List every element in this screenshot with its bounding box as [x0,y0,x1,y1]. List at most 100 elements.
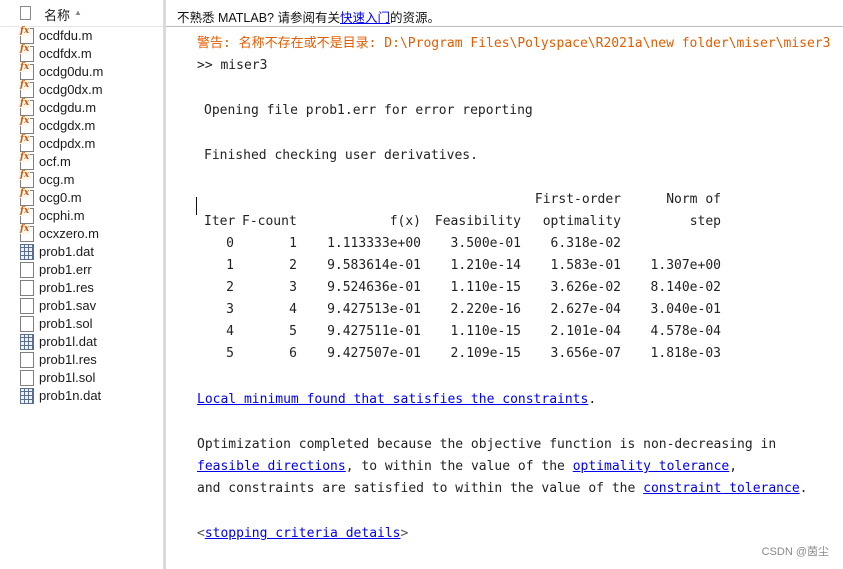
getting-started-link[interactable]: 快速入门 [340,11,390,25]
file-name: prob1n.dat [39,388,102,403]
cell-fx: 9.427513e-01 [327,302,421,317]
file-row[interactable]: ocg.m [0,170,163,189]
cell-feasibility: 1.110e-15 [450,324,521,339]
generic-file-icon [20,370,34,386]
file-list: ocdfdu.m ocdfdx.m ocdg0du.m ocdg0dx.m ocdgdu… [0,26,163,405]
file-row[interactable]: ocdg0du.m [0,62,163,81]
sort-ascending-icon[interactable]: ▲ [74,8,82,17]
file-row[interactable]: ocdfdx.m [0,44,163,63]
info-suffix: 的资源。 [390,11,441,25]
header-optimality: optimality [542,214,621,229]
file-name: ocphi.m [39,208,85,223]
file-name: ocf.m [39,154,71,169]
function-file-icon [19,134,34,152]
cell-fx: 9.427507e-01 [327,346,421,361]
cell-step: 1.818e-03 [650,346,721,361]
file-name: prob1l.dat [39,334,97,349]
cell-fx: 9.427511e-01 [327,324,421,339]
file-name: prob1l.sol [39,370,96,385]
cell-fcount: 3 [289,280,297,295]
cell-optimality: 6.318e-02 [550,236,621,251]
file-name: ocdpdx.m [39,136,96,151]
generic-file-icon [20,352,34,368]
file-row[interactable]: prob1l.dat [0,333,163,351]
file-row[interactable]: prob1l.sol [0,369,163,387]
cell-step: 3.040e-01 [650,302,721,317]
optimality-tolerance-link[interactable]: optimality tolerance [573,459,730,474]
completion-line-3-start: and constraints are satisfied to within … [197,481,644,496]
current-folder-panel: 名称 ▲ ocdfdu.mocdfdx.mocdg0du.mocdg0dx.mo… [0,0,163,569]
file-row[interactable]: ocdgdu.m [0,98,163,117]
completion-line-1: Optimization completed because the objec… [197,437,777,452]
function-file-icon [19,62,34,80]
function-file-icon [19,26,34,44]
file-name: ocdg0dx.m [39,82,103,97]
file-name: ocg.m [39,172,75,187]
file-name: prob1.res [39,280,94,295]
derivative-check-message: Finished checking user derivatives. [204,148,478,163]
file-row[interactable]: prob1.sol [0,315,163,333]
completion-line-2-mid: , to within the value of the [345,459,573,474]
file-row[interactable]: prob1n.dat [0,387,163,405]
file-type-column-icon [20,6,31,20]
file-name: ocxzero.m [39,226,99,241]
cell-feasibility: 2.220e-16 [450,302,521,317]
cell-feasibility: 3.500e-01 [450,236,521,251]
file-row[interactable]: ocdgdx.m [0,116,163,135]
file-row[interactable]: ocg0.m [0,188,163,207]
command-prompt-line: >> miser3 [197,58,268,73]
cell-iter: 4 [226,324,234,339]
file-row[interactable]: ocdg0dx.m [0,80,163,99]
cell-feasibility: 2.109e-15 [450,346,521,361]
cell-feasibility: 1.210e-14 [450,258,521,273]
constraint-tolerance-link[interactable]: constraint tolerance [643,481,800,496]
feasible-directions-link[interactable]: feasible directions [197,459,346,474]
cell-iter: 2 [226,280,234,295]
file-row[interactable]: prob1.sav [0,297,163,315]
file-row[interactable]: ocf.m [0,152,163,171]
cell-iter: 1 [226,258,234,273]
cell-iter: 5 [226,346,234,361]
info-prefix: 不熟悉 MATLAB? 请参阅有关 [177,11,340,25]
function-file-icon [19,116,34,134]
cell-feasibility: 1.110e-15 [450,280,521,295]
file-row[interactable]: ocdpdx.m [0,134,163,153]
generic-file-icon [20,280,34,296]
file-row[interactable]: ocxzero.m [0,224,163,243]
cell-fx: 1.113333e+00 [327,236,421,251]
name-column-header[interactable]: 名称 ▲ [0,0,163,27]
generic-file-icon [20,316,34,332]
function-file-icon [19,224,34,242]
file-row[interactable]: ocphi.m [0,206,163,225]
function-file-icon [19,80,34,98]
file-row[interactable]: prob1.dat [0,243,163,261]
generic-file-icon [20,262,34,278]
file-row[interactable]: ocdfdu.m [0,26,163,45]
file-row[interactable]: prob1.res [0,279,163,297]
stopping-criteria-link[interactable]: stopping criteria details [205,526,401,541]
file-name: prob1.sav [39,298,97,313]
command-output: 警告: 名称不存在或不是目录: D:\Program Files\Polyspa… [166,28,843,569]
name-column-label: 名称 [44,8,71,23]
cell-fcount: 6 [289,346,297,361]
completion-line-2: feasible directions, to within the value… [197,458,737,476]
file-row[interactable]: prob1.err [0,261,163,279]
cell-optimality: 2.101e-04 [550,324,621,339]
local-minimum-link[interactable]: Local minimum found that satisfies the c… [197,392,588,407]
cell-optimality: 2.627e-04 [550,302,621,317]
cell-fcount: 5 [289,324,297,339]
file-name: prob1l.res [39,352,97,367]
header-first-order: First-order [534,192,621,207]
function-file-icon [19,152,34,170]
function-file-icon [19,98,34,116]
command-window[interactable]: 不熟悉 MATLAB? 请参阅有关快速入门的资源。 警告: 名称不存在或不是目录… [166,0,843,569]
file-row[interactable]: prob1l.res [0,351,163,369]
function-file-icon [19,44,34,62]
cell-fcount: 1 [289,236,297,251]
cell-fx: 9.583614e-01 [327,258,421,273]
completion-line-3: and constraints are satisfied to within … [197,480,808,498]
cell-iter: 0 [226,236,234,251]
function-file-icon [19,206,34,224]
cell-fcount: 4 [289,302,297,317]
getting-started-text: 不熟悉 MATLAB? 请参阅有关快速入门的资源。 [177,7,440,26]
